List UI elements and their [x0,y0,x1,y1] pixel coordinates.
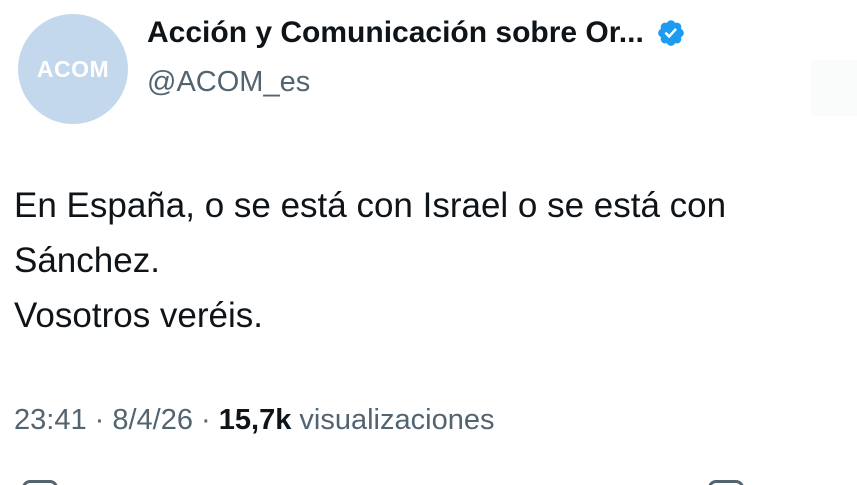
action-bar [0,470,857,485]
meta-separator: · [86,404,113,436]
display-name[interactable]: Acción y Comunicación sobre Or... [147,16,644,50]
tweet-date[interactable]: 8/4/26 [112,404,193,436]
avatar-logo-text: ACOM [36,55,110,82]
views-label: visualizaciones [291,404,495,436]
author-handle[interactable]: @ACOM_es [147,66,310,99]
tweet-time[interactable]: 23:41 [14,404,87,436]
tweet-meta: 23:41 · 8/4/26 · 15,7k visualizaciones [14,404,494,437]
tweet-text-line: Vosotros veréis. [14,296,263,335]
tweet-text-line: Sánchez. [14,241,160,280]
views-count[interactable]: 15,7k [219,404,292,436]
tweet-card: ACOM Acción y Comunicación sobre Or... @… [0,0,857,485]
verified-badge-icon [656,18,686,48]
more-options-area[interactable] [811,60,857,116]
author-name-row[interactable]: Acción y Comunicación sobre Or... [147,16,686,50]
reply-icon[interactable] [22,480,58,485]
tweet-text-line: En España, o se está con Israel o se est… [14,186,727,225]
avatar[interactable]: ACOM [18,14,128,124]
tweet-text: En España, o se está con Israel o se est… [14,178,854,343]
meta-separator: · [193,404,219,436]
bookmark-icon[interactable] [708,480,744,485]
